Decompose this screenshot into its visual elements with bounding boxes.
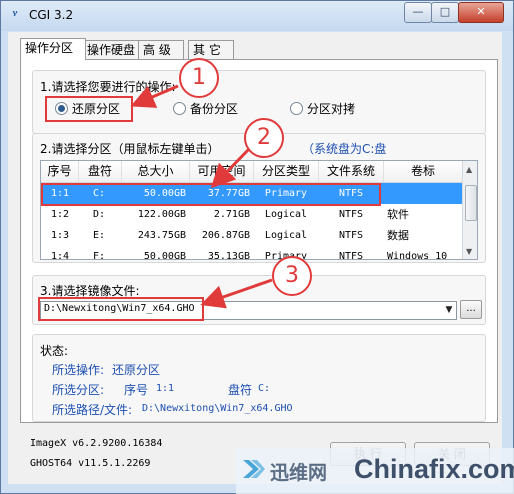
table-cell: F: <box>92 251 106 260</box>
window-title: CGI 3.2 <box>29 8 74 22</box>
watermark: 迅维网 Chinafix.com <box>236 448 514 494</box>
partition-list[interactable]: 序号 盘符 总大小 可用空间 分区类型 文件系统 卷标 1:1 C: 50.00GB… <box>40 160 478 260</box>
col-seq[interactable]: 序号 <box>41 161 79 182</box>
radio-backup-label: 备份分区 <box>190 102 239 116</box>
list-header: 序号 盘符 总大小 可用空间 分区类型 文件系统 卷标 <box>41 161 463 183</box>
highlight-file <box>38 297 204 321</box>
table-cell: 50.00GB <box>143 251 186 260</box>
table-cell: 1:4 <box>50 251 70 260</box>
scroll-thumb[interactable] <box>465 185 477 221</box>
scroll-down-icon[interactable]: ▼ <box>466 247 472 256</box>
table-cell: NTFS <box>338 209 364 220</box>
table-cell: 243.75GB <box>137 230 186 241</box>
tab-advanced[interactable]: 高 级 <box>138 40 184 59</box>
radio-dot <box>290 102 303 115</box>
app-icon: ᵞ <box>12 8 18 23</box>
col-type[interactable]: 分区类型 <box>254 161 319 182</box>
watermark-en: Chinafix.com <box>354 454 514 484</box>
radio-copy-label: 分区对拷 <box>307 102 356 116</box>
tab-disk[interactable]: 操作硬盘 <box>82 40 144 59</box>
table-cell: NTFS <box>338 251 364 260</box>
table-cell: Windows 10 <box>387 251 448 260</box>
table-cell: 2.71GB <box>213 209 250 220</box>
table-cell: 1:2 <box>50 209 70 220</box>
table-row[interactable]: 1:4 F: 50.00GB 35.13GB Primary NTFS Windows 10 <box>41 246 462 260</box>
status-path-label: 所选路径/文件: <box>52 403 133 417</box>
table-row[interactable]: 1:3 E: 243.75GB 206.87GB Logical NTFS 数据 <box>41 225 462 246</box>
radio-backup[interactable]: 备份分区 <box>173 101 238 117</box>
col-fs[interactable]: 文件系统 <box>319 161 384 182</box>
table-cell: E: <box>92 230 106 241</box>
list-scrollbar[interactable]: ▲ ▼ <box>462 161 477 259</box>
table-cell: 1:3 <box>50 230 70 241</box>
table-cell: 35.13GB <box>207 251 250 260</box>
col-free[interactable]: 可用空间 <box>190 161 254 182</box>
status-label: 状态: <box>40 344 69 358</box>
title-bar[interactable]: ᵞ CGI 3.2 — □ ✕ <box>1 1 513 31</box>
status-part-label: 所选分区: <box>52 383 105 397</box>
table-cell: 软件 <box>387 208 409 221</box>
status-op-value: 还原分区 <box>112 363 161 377</box>
scroll-up-icon[interactable]: ▲ <box>466 165 472 174</box>
close-window-button[interactable]: ✕ <box>458 2 504 23</box>
watermark-cn: 迅维网 <box>270 462 328 484</box>
status-seq-label: 序号 <box>124 383 149 397</box>
table-cell: Logical <box>264 230 308 241</box>
watermark-logo-icon <box>243 460 265 478</box>
table-cell: 数据 <box>387 229 409 242</box>
imagex-version: ImageX v6.2.9200.16384 <box>30 438 163 449</box>
tab-partition[interactable]: 操作分区 <box>20 38 86 60</box>
col-drive[interactable]: 盘符 <box>79 161 122 182</box>
table-cell <box>387 183 461 204</box>
dropdown-arrow-icon[interactable]: ▼ <box>442 302 456 319</box>
ghost-version: GHOST64 v11.5.1.2269 <box>30 458 151 469</box>
col-label[interactable]: 卷标 <box>384 161 463 182</box>
callout-1: 1 <box>179 58 219 98</box>
status-drive-label: 盘符 <box>228 383 253 397</box>
tab-other[interactable]: 其 它 <box>188 40 234 59</box>
table-cell: Logical <box>264 209 308 220</box>
operation-label: 1.请选择您要进行的操作: <box>40 80 176 94</box>
status-drive-value: C: <box>258 383 271 394</box>
table-row[interactable]: 1:2 D: 122.00GB 2.71GB Logical NTFS 软件 <box>41 204 462 225</box>
table-cell: 206.87GB <box>201 230 250 241</box>
radio-copy[interactable]: 分区对拷 <box>290 101 355 117</box>
status-path-value: D:\Newxitong\Win7_x64.GHO <box>142 403 293 414</box>
highlight-restore <box>45 96 133 122</box>
status-op-label: 所选操作: <box>52 363 105 377</box>
highlight-row <box>41 183 381 206</box>
status-seq-value: 1:1 <box>156 383 175 394</box>
partition-label: 2.请选择分区（用鼠标左键单击） <box>40 142 220 156</box>
table-cell: 122.00GB <box>137 209 186 220</box>
radio-dot <box>173 102 186 115</box>
maximize-button[interactable]: □ <box>431 2 459 23</box>
table-cell: NTFS <box>338 230 364 241</box>
table-cell: D: <box>92 209 106 220</box>
partition-hint: （系统盘为C:盘 <box>302 142 387 156</box>
callout-2: 2 <box>244 118 284 158</box>
col-size[interactable]: 总大小 <box>122 161 190 182</box>
callout-3: 3 <box>272 256 312 296</box>
browse-button[interactable]: ... <box>460 300 482 319</box>
minimize-button[interactable]: — <box>404 2 432 23</box>
